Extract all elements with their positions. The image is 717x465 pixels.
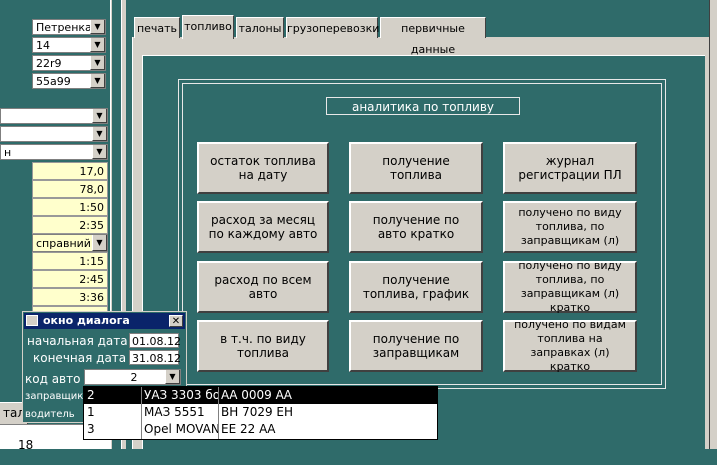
combo-field[interactable]: 22r9 ▼ bbox=[32, 55, 106, 71]
chevron-down-icon[interactable]: ▼ bbox=[90, 38, 105, 52]
list-item[interactable]: 3 Opel MOVAN ЕЕ 22 АА bbox=[84, 421, 437, 438]
form-icon bbox=[26, 315, 38, 326]
value-field[interactable]: 1:15 bbox=[32, 252, 108, 270]
received-by-type-short-button[interactable]: получено по виду топлива, по заправщикам… bbox=[503, 259, 637, 314]
value-field[interactable]: 2:45 bbox=[32, 270, 108, 288]
tab-fuel[interactable]: топливо bbox=[182, 15, 234, 39]
column-divider bbox=[141, 387, 142, 439]
list-item[interactable]: 1 МАЗ 5551 ВН 7029 ЕН bbox=[84, 404, 437, 421]
chevron-down-icon[interactable]: ▼ bbox=[90, 56, 105, 70]
combo-field[interactable]: н ▼ bbox=[0, 144, 108, 160]
combo-field[interactable]: ▼ bbox=[0, 126, 108, 142]
receipt-chart-button[interactable]: получение топлива, график bbox=[349, 261, 483, 313]
driver-label: водитель bbox=[25, 409, 75, 420]
end-date-field[interactable]: 31.08.12 bbox=[129, 350, 181, 365]
tab-print[interactable]: печать bbox=[134, 17, 180, 38]
tab-cargo[interactable]: грузоперевозки bbox=[286, 17, 379, 38]
tab-primary-data[interactable]: первичные данные bbox=[380, 17, 486, 56]
receipt-by-station-button[interactable]: получение по заправщикам bbox=[349, 320, 483, 372]
all-cars-consumption-button[interactable]: расход по всем авто bbox=[197, 261, 329, 313]
received-at-stations-button[interactable]: получено по видам топлива на заправках (… bbox=[503, 318, 637, 373]
chevron-down-icon[interactable]: ▼ bbox=[90, 74, 105, 88]
by-fuel-type-button[interactable]: в т.ч. по виду топлива bbox=[197, 320, 329, 372]
combo-value: н bbox=[4, 146, 12, 159]
value-field[interactable]: 17,0 bbox=[32, 162, 108, 180]
combo-value: 22r9 bbox=[36, 57, 62, 70]
monthly-consumption-button[interactable]: расход за месяц по каждому авто bbox=[197, 201, 329, 253]
chevron-down-icon[interactable]: ▼ bbox=[165, 370, 180, 384]
value-field[interactable]: 2:35 bbox=[32, 216, 108, 234]
chevron-down-icon[interactable]: ▼ bbox=[92, 109, 107, 123]
list-cell: АА 0009 АА bbox=[221, 388, 293, 402]
start-date-field[interactable]: 01.08.12 bbox=[129, 333, 181, 348]
received-by-type-button[interactable]: получено по виду топлива, по заправщикам… bbox=[503, 201, 637, 253]
status-combo[interactable]: справний ▼ bbox=[32, 234, 108, 252]
combo-field[interactable]: 14 ▼ bbox=[32, 37, 106, 53]
combo-value: 55a99 bbox=[36, 75, 71, 88]
combo-field[interactable]: 55a99 ▼ bbox=[32, 73, 106, 89]
chevron-down-icon[interactable]: ▼ bbox=[92, 235, 107, 251]
list-cell: 2 bbox=[87, 388, 95, 402]
list-item[interactable]: 2 УАЗ 3303 бо АА 0009 АА bbox=[84, 387, 437, 404]
car-dropdown-list[interactable]: 2 УАЗ 3303 бо АА 0009 АА 1 МАЗ 5551 ВН 7… bbox=[83, 386, 438, 440]
column-divider bbox=[218, 387, 219, 439]
main-area: печать топливо талоны грузоперевозки пер… bbox=[126, 0, 717, 449]
chevron-down-icon[interactable]: ▼ bbox=[90, 20, 105, 34]
combo-field[interactable]: ▼ bbox=[0, 108, 108, 124]
list-cell: ВН 7029 ЕН bbox=[221, 405, 294, 419]
waybill-journal-button[interactable]: журнал регистрации ПЛ bbox=[503, 142, 637, 194]
chevron-down-icon[interactable]: ▼ bbox=[92, 127, 107, 141]
receipt-by-car-button[interactable]: получение по авто кратко bbox=[349, 201, 483, 253]
list-cell: ЕЕ 22 АА bbox=[221, 422, 276, 436]
value-field[interactable]: 78,0 bbox=[32, 180, 108, 198]
value-field[interactable]: 3:36 bbox=[32, 288, 108, 306]
list-cell: УАЗ 3303 бо bbox=[144, 388, 218, 402]
chevron-down-icon[interactable]: ▼ bbox=[92, 145, 107, 159]
car-code-label: код авто bbox=[25, 372, 81, 386]
dialog-titlebar[interactable]: окно диалога ✕ bbox=[24, 313, 185, 329]
fuel-balance-button[interactable]: остаток топлива на дату bbox=[197, 142, 329, 194]
list-cell: МАЗ 5551 bbox=[144, 405, 205, 419]
fuel-receipt-button[interactable]: получение топлива bbox=[349, 142, 483, 194]
end-date-label: конечная дата bbox=[33, 351, 127, 365]
combo-field[interactable]: Петренка ▼ bbox=[32, 19, 106, 35]
combo-value: справний bbox=[36, 237, 91, 250]
start-date-label: начальная дата bbox=[27, 334, 128, 348]
list-cell: Opel MOVAN bbox=[144, 422, 218, 436]
panel-title: аналитика по топливу bbox=[326, 97, 520, 115]
car-code-value: 2 bbox=[130, 371, 138, 384]
bottom-value: 18 bbox=[18, 438, 34, 452]
list-cell: 1 bbox=[87, 405, 95, 419]
combo-value: Петренка bbox=[36, 21, 92, 34]
station-label: заправщик bbox=[25, 391, 84, 402]
car-code-combo[interactable]: 2 ▼ bbox=[84, 369, 181, 385]
tab-coupons[interactable]: талоны bbox=[236, 17, 284, 38]
combo-value: 14 bbox=[36, 39, 50, 52]
window-border bbox=[709, 0, 717, 449]
value-field[interactable]: 1:50 bbox=[32, 198, 108, 216]
close-icon[interactable]: ✕ bbox=[169, 315, 183, 327]
list-cell: 3 bbox=[87, 422, 95, 436]
dialog-title: окно диалога bbox=[43, 314, 130, 327]
